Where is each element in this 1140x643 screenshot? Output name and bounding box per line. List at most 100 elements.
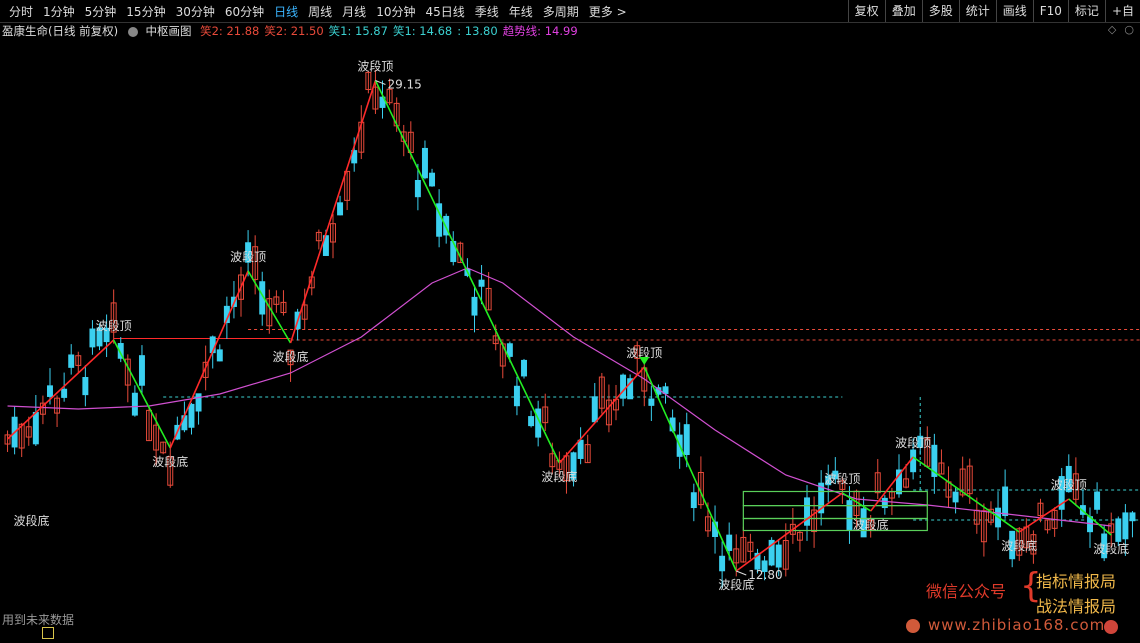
wave-label-5: 波段顶 (357, 59, 393, 74)
wave-segment-0 (6, 339, 115, 440)
candle-body-30 (216, 349, 223, 362)
period-tab-13[interactable]: 多周期 (538, 3, 584, 20)
period-tab-8[interactable]: 月线 (337, 3, 371, 20)
tool-button-1[interactable]: 叠加 (884, 0, 922, 22)
tool-button-7[interactable]: +自 (1104, 0, 1140, 22)
candle-body-4 (32, 411, 39, 445)
candle-body-102 (726, 534, 733, 551)
wave-label-12: 波段底 (1001, 538, 1037, 553)
wave-segment-8 (735, 492, 843, 572)
wave-label-3: 波段顶 (230, 249, 266, 264)
candle-body-71 (506, 343, 513, 357)
indicator-infobar: 盈康生命(日线 前复权) 中枢画图 笑2: 21.88 笑2: 21.50 笑1: … (0, 23, 1140, 39)
wechat-label: 微信公众号 (926, 582, 1007, 601)
wave-segment-4 (289, 80, 377, 344)
candle-body-134 (952, 491, 959, 503)
dropdown-icon[interactable] (127, 26, 138, 37)
tool-button-5[interactable]: F10 (1032, 0, 1068, 22)
peak-price-label: 29.15 (387, 78, 421, 92)
candle-body-47 (337, 202, 344, 216)
wave-label-10: 波段底 (853, 517, 889, 532)
chart-corner-icons: ◇ ○ (1100, 23, 1134, 36)
circle-icon[interactable]: ○ (1124, 23, 1134, 36)
stock-name: 盈康生命(日线 前复权) (2, 24, 119, 38)
down-arrow-icon (639, 357, 650, 365)
candle-body-66 (471, 296, 478, 316)
candle-body-18 (131, 392, 138, 416)
candle-body-6 (47, 385, 53, 397)
wave-label-9: 波段顶 (824, 471, 860, 486)
indicator-value-0: 笑2: 21.88 (200, 24, 260, 38)
period-tab-9[interactable]: 10分钟 (371, 3, 420, 20)
candle-body-101 (719, 555, 726, 572)
candle-body-91 (648, 398, 655, 406)
period-tab-2[interactable]: 5分钟 (80, 3, 122, 20)
brand-name-2: 战法情报局 (1036, 597, 1117, 616)
period-tab-10[interactable]: 45日线 (420, 3, 469, 20)
low-pointer (736, 570, 747, 576)
candle-body-97 (690, 492, 697, 509)
candle-body-72 (513, 385, 520, 407)
wave-label-0: 波段底 (14, 513, 50, 528)
website-logo-icon (906, 619, 920, 633)
tool-button-4[interactable]: 画线 (995, 0, 1033, 22)
wave-label-1: 波段顶 (96, 318, 132, 333)
indicator-values: 笑2: 21.88 笑2: 21.50 笑1: 15.87 笑1: 14.68 : 13… (195, 24, 578, 38)
period-tab-1[interactable]: 1分钟 (38, 3, 80, 20)
candle-body-109 (775, 544, 782, 568)
period-tabs: 分时 1分钟 5分钟 15分钟 30分钟 60分钟 日线 周线 月线 10分钟 45日线 季线 年线 多周… (0, 3, 632, 20)
candle-body-159 (1129, 512, 1136, 522)
candle-body-58 (414, 179, 421, 198)
period-tab-0[interactable]: 分时 (4, 3, 38, 20)
wave-label-4: 波段底 (273, 349, 309, 364)
diamond-icon[interactable]: ◇ (1108, 23, 1116, 36)
candle-body-87 (620, 374, 627, 399)
candle-body-74 (528, 416, 535, 427)
checkbox-icon[interactable] (42, 627, 54, 639)
candle-body-158 (1122, 512, 1129, 540)
website-url: www.zhibiao168.com (928, 616, 1106, 634)
candle-body-67 (478, 279, 485, 287)
indicator-value-1: 笑2: 21.50 (264, 24, 324, 38)
period-tab-7[interactable]: 周线 (303, 3, 337, 20)
wave-segment-7 (643, 366, 737, 572)
tool-button-0[interactable]: 复权 (847, 0, 885, 22)
wave-segment-5 (374, 80, 561, 464)
candle-body-83 (591, 396, 598, 423)
period-tab-5[interactable]: 60分钟 (220, 3, 269, 20)
indicator-value-4: : 13.80 (457, 24, 498, 38)
period-tab-6[interactable]: 日线 (269, 3, 303, 20)
period-tab-12[interactable]: 年线 (504, 3, 538, 20)
candle-body-59 (421, 147, 428, 179)
period-tab-3[interactable]: 15分钟 (121, 3, 170, 20)
brand-name-1: 指标情报局 (1036, 572, 1117, 591)
kline-chart[interactable]: 波段底波段顶波段底波段顶波段底波段顶波段底波段顶波段底波段顶波段底波段顶波段底波… (0, 40, 1140, 610)
indicator-value-2: 笑1: 15.87 (328, 24, 388, 38)
candle-body-9 (68, 354, 75, 368)
period-tab-4[interactable]: 30分钟 (171, 3, 220, 20)
tool-button-2[interactable]: 多股 (921, 0, 959, 22)
period-tab-11[interactable]: 季线 (470, 3, 504, 20)
tool-button-6[interactable]: 标记 (1067, 0, 1105, 22)
wave-label-13: 波段顶 (1051, 477, 1087, 492)
pivot-zone-2 (742, 517, 928, 532)
indicator-value-5: 趋势线: 14.99 (502, 24, 578, 38)
indicator-value-3: 笑1: 14.68 (392, 24, 453, 38)
pivot-zone-1 (742, 505, 928, 520)
period-tab-14[interactable]: 更多 > (584, 3, 632, 20)
wave-label-6: 波段底 (541, 469, 577, 484)
tool-button-3[interactable]: 统计 (958, 0, 996, 22)
candle-body-11 (82, 377, 89, 396)
period-toolbar: 分时 1分钟 5分钟 15分钟 30分钟 60分钟 日线 周线 月线 10分钟 45日线 季线 年线 多周… (0, 0, 1140, 23)
candle-body-141 (1002, 486, 1009, 517)
candle-body-12 (89, 328, 96, 348)
candle-body-27 (195, 393, 202, 412)
tool-buttons: 复权 叠加 多股 统计 画线 F10 标记 +自 (847, 0, 1140, 22)
candle-body-60 (429, 172, 436, 187)
indicator-name[interactable]: 中枢画图 (145, 24, 191, 38)
candle-body-8 (61, 388, 68, 398)
watermark-icon (1104, 620, 1118, 634)
candle-body-96 (683, 424, 690, 456)
candle-body-73 (521, 359, 527, 377)
candle-body-19 (138, 355, 145, 386)
